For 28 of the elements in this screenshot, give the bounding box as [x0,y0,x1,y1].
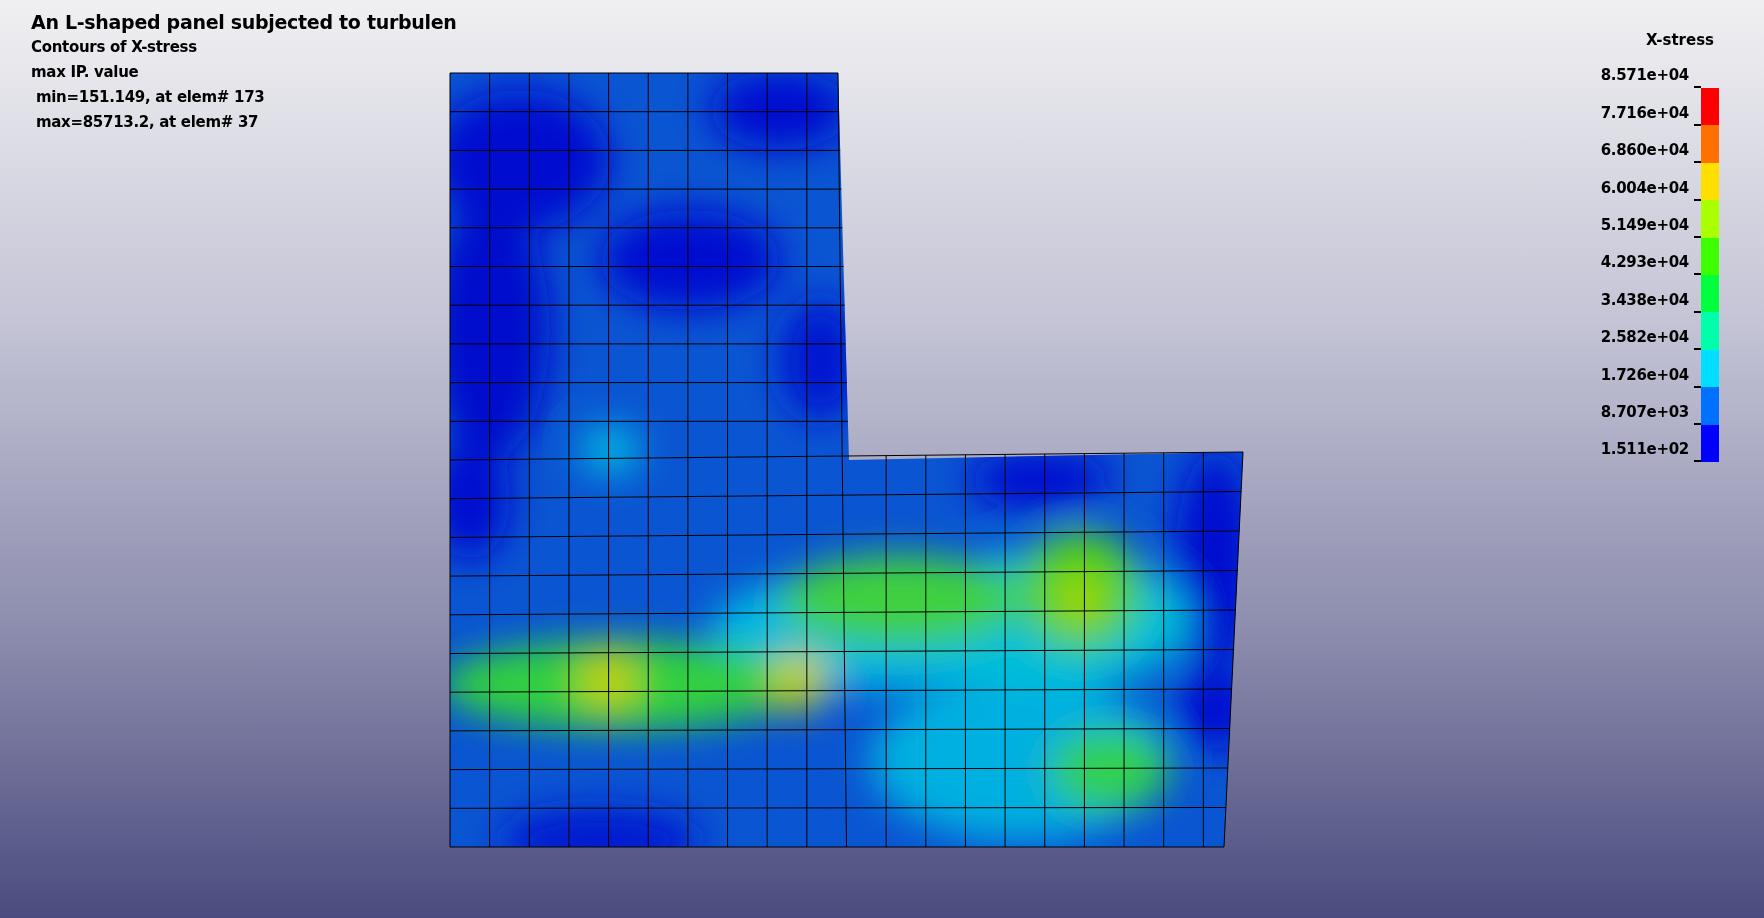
legend-value: 3.438e+04 [1600,290,1689,309]
plot-info-text: min=151.149, at elem# 173 [34,87,266,108]
scale-tick [1694,161,1701,164]
scale-tick [1694,348,1701,351]
legend-value: 4.293e+04 [1600,253,1689,272]
scale-tick [1694,422,1701,425]
legend-value: 8.571e+04 [1600,66,1689,85]
scale-tick [1694,385,1701,388]
scale-tick [1694,460,1701,463]
legend-title: X-stress [1645,30,1714,51]
scale-tick [1694,235,1701,238]
scale-tick [1694,198,1701,201]
scale-tick [1694,310,1701,313]
scale-tick [1694,273,1701,276]
legend-value: 5.149e+04 [1600,215,1689,234]
scale-tick [1694,123,1701,126]
legend-value: 6.860e+04 [1600,141,1689,160]
legend-value: 6.004e+04 [1600,178,1689,197]
plot-info-text: Contours of X-stress [31,37,198,58]
legend-value: 1.726e+04 [1600,365,1689,384]
plot-info-text: max=85713.2, at elem# 37 [34,112,260,133]
plot-title: An L-shaped panel subjected to turbulen [31,10,457,35]
plot-info-text: max IP. value [31,62,140,83]
legend-value: 7.716e+04 [1600,103,1689,122]
legend-value: 2.582e+04 [1600,328,1689,347]
legend-value: 1.511e+02 [1600,440,1689,459]
legend-value: 8.707e+03 [1600,402,1689,421]
scale-tick [1694,86,1701,89]
